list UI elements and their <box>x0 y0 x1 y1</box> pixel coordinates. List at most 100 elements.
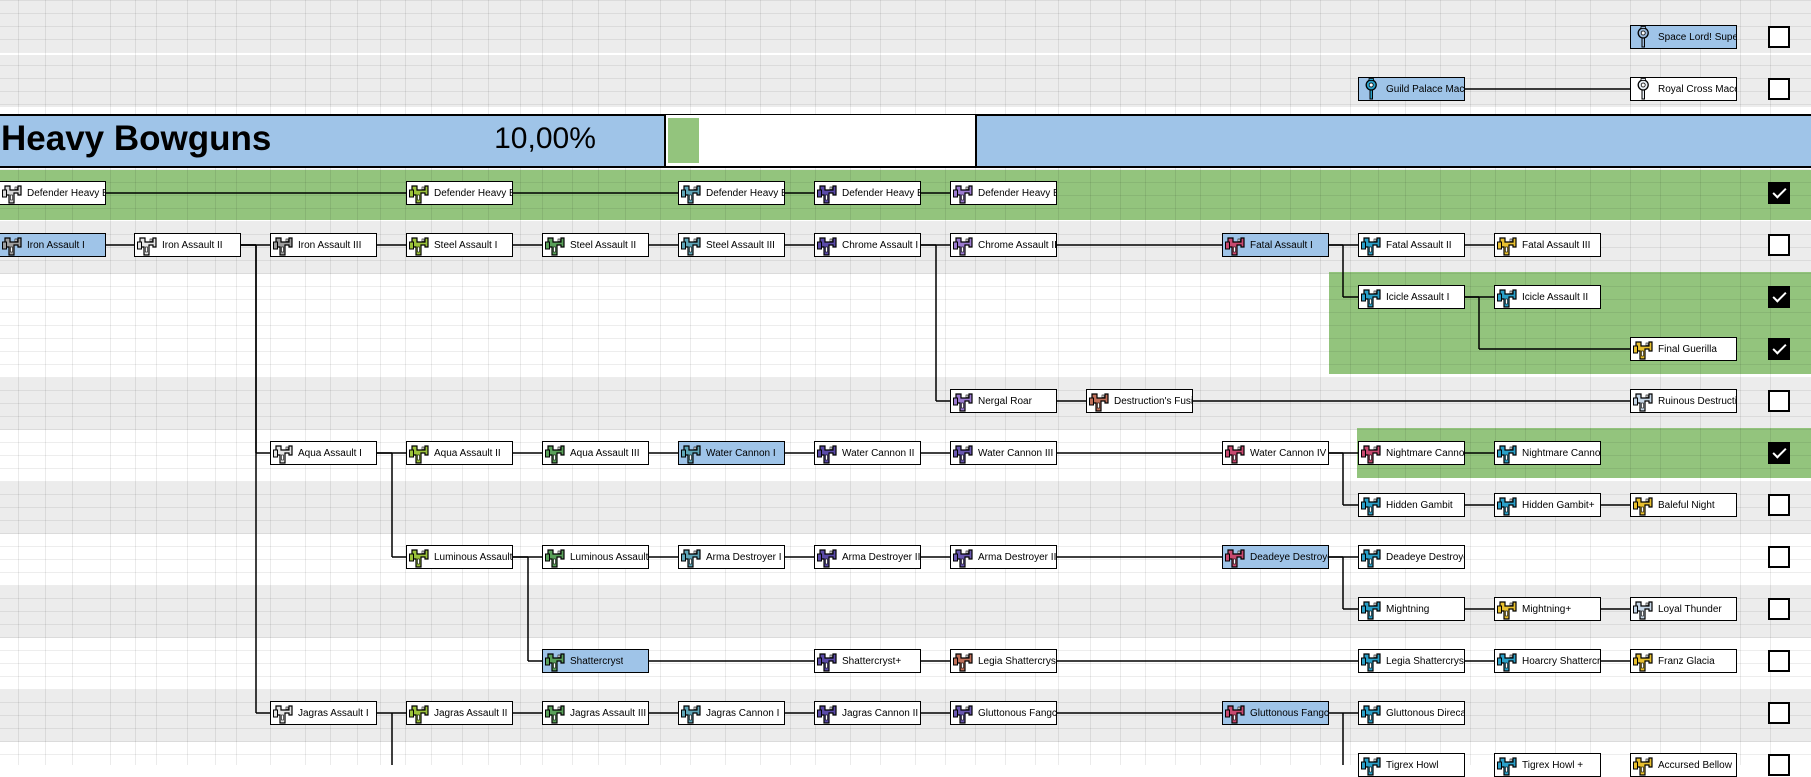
weapon-node[interactable]: Iron Assault III <box>270 233 377 257</box>
weapon-node[interactable]: Ruinous Destruction <box>1630 389 1737 413</box>
weapon-node[interactable]: Aqua Assault III <box>542 441 649 465</box>
weapon-node-label: Legia Shattercryst <box>978 655 1056 667</box>
weapon-node[interactable]: Arma Destroyer II <box>814 545 921 569</box>
weapon-node[interactable]: Water Cannon III <box>950 441 1057 465</box>
row-checkbox[interactable] <box>1768 78 1790 100</box>
weapon-node[interactable]: Shattercryst+ <box>814 649 921 673</box>
weapon-node[interactable]: Icicle Assault I <box>1358 285 1465 309</box>
weapon-node[interactable]: Gluttonous Fangcar <box>1222 701 1329 725</box>
row-checkbox[interactable] <box>1768 234 1790 256</box>
weapon-node-label: Mightning <box>1386 603 1430 615</box>
weapon-node[interactable]: Defender Heavy Bo <box>406 181 513 205</box>
weapon-node[interactable]: Mightning+ <box>1494 597 1601 621</box>
weapon-node[interactable]: Mightning <box>1358 597 1465 621</box>
weapon-node[interactable]: Steel Assault III <box>678 233 785 257</box>
row-checkbox-checked[interactable] <box>1768 182 1790 204</box>
weapon-node-label: Luminous Assault I <box>434 551 512 563</box>
weapon-node-label: Jagras Cannon I <box>706 707 780 719</box>
weapon-node[interactable]: Hidden Gambit+ <box>1494 493 1601 517</box>
weapon-node[interactable]: Destruction's Fusill <box>1086 389 1193 413</box>
weapon-node[interactable]: Hoarcry Shattercrys <box>1494 649 1601 673</box>
heavy-bowgun-icon <box>137 237 157 256</box>
weapon-node-label: Jagras Cannon II <box>842 707 919 719</box>
heavy-bowgun-icon <box>409 445 429 464</box>
weapon-node[interactable]: Jagras Cannon I <box>678 701 785 725</box>
weapon-node[interactable]: Franz Glacia <box>1630 649 1737 673</box>
weapon-node-label: Royal Cross Mace <box>1658 83 1736 95</box>
weapon-node[interactable]: Shattercryst <box>542 649 649 673</box>
weapon-node[interactable]: Accursed Bellow <box>1630 753 1737 777</box>
section-completion-percent: 10,00% <box>494 122 596 155</box>
weapon-node[interactable]: Chrome Assault II <box>950 233 1057 257</box>
weapon-node[interactable]: Water Cannon II <box>814 441 921 465</box>
weapon-node[interactable]: Nightmare Cannon <box>1494 441 1601 465</box>
weapon-node-label: Tigrex Howl + <box>1522 759 1584 771</box>
weapon-node[interactable]: Defender Heavy Bo <box>0 181 106 205</box>
weapon-node[interactable]: Luminous Assault II <box>542 545 649 569</box>
row-checkbox-checked[interactable] <box>1768 338 1790 360</box>
row-checkbox[interactable] <box>1768 754 1790 776</box>
weapon-node[interactable]: Legia Shattercryst+ <box>1358 649 1465 673</box>
weapon-node[interactable]: Space Lord! Super- <box>1630 25 1737 49</box>
row-checkbox[interactable] <box>1768 26 1790 48</box>
weapon-node[interactable]: Luminous Assault I <box>406 545 513 569</box>
row-checkbox[interactable] <box>1768 494 1790 516</box>
heavy-bowgun-icon <box>1361 497 1381 516</box>
row-checkbox-checked[interactable] <box>1768 442 1790 464</box>
row-checkbox[interactable] <box>1768 546 1790 568</box>
weapon-node[interactable]: Legia Shattercryst <box>950 649 1057 673</box>
weapon-node[interactable]: Royal Cross Mace <box>1630 77 1737 101</box>
weapon-node[interactable]: Jagras Assault I <box>270 701 377 725</box>
heavy-bowgun-icon <box>1361 601 1381 620</box>
weapon-node-label: Defender Heavy Bo <box>978 187 1056 199</box>
heavy-bowgun-icon <box>409 185 429 204</box>
weapon-node[interactable]: Baleful Night <box>1630 493 1737 517</box>
weapon-node[interactable]: Iron Assault I <box>0 233 106 257</box>
weapon-node-label: Final Guerilla <box>1658 343 1717 355</box>
heavy-bowgun-icon <box>953 705 973 724</box>
weapon-node[interactable]: Chrome Assault I <box>814 233 921 257</box>
row-checkbox[interactable] <box>1768 598 1790 620</box>
row-checkbox-checked[interactable] <box>1768 286 1790 308</box>
weapon-node[interactable]: Arma Destroyer I <box>678 545 785 569</box>
weapon-node[interactable]: Loyal Thunder <box>1630 597 1737 621</box>
weapon-node[interactable]: Tigrex Howl + <box>1494 753 1601 777</box>
weapon-node[interactable]: Defender Heavy Bo <box>814 181 921 205</box>
weapon-node[interactable]: Final Guerilla <box>1630 337 1737 361</box>
weapon-node[interactable]: Fatal Assault II <box>1358 233 1465 257</box>
weapon-node[interactable]: Hidden Gambit <box>1358 493 1465 517</box>
weapon-node[interactable]: Aqua Assault I <box>270 441 377 465</box>
weapon-node-label: Ruinous Destruction <box>1658 395 1736 407</box>
row-checkbox[interactable] <box>1768 702 1790 724</box>
weapon-node[interactable]: Deadeye Destroyer <box>1358 545 1465 569</box>
weapon-node[interactable]: Nightmare Cannon <box>1358 441 1465 465</box>
weapon-node[interactable]: Defender Heavy Bo <box>950 181 1057 205</box>
weapon-node[interactable]: Gluttonous Fangcar <box>950 701 1057 725</box>
weapon-node[interactable]: Defender Heavy Bo <box>678 181 785 205</box>
weapon-node[interactable]: Icicle Assault II <box>1494 285 1601 309</box>
weapon-node[interactable]: Deadeye Destroyer <box>1222 545 1329 569</box>
weapon-node[interactable]: Tigrex Howl <box>1358 753 1465 777</box>
row-checkbox[interactable] <box>1768 650 1790 672</box>
heavy-bowgun-icon <box>545 237 565 256</box>
weapon-node[interactable]: Nergal Roar <box>950 389 1057 413</box>
weapon-node[interactable]: Steel Assault I <box>406 233 513 257</box>
weapon-node[interactable]: Guild Palace Mace <box>1358 77 1465 101</box>
weapon-node-label: Luminous Assault II <box>570 551 648 563</box>
weapon-node-label: Jagras Assault II <box>434 707 508 719</box>
weapon-node[interactable]: Iron Assault II <box>134 233 241 257</box>
weapon-node[interactable]: Arma Destroyer III <box>950 545 1057 569</box>
weapon-node[interactable]: Water Cannon IV <box>1222 441 1329 465</box>
weapon-node[interactable]: Steel Assault II <box>542 233 649 257</box>
weapon-node[interactable]: Fatal Assault III <box>1494 233 1601 257</box>
weapon-node[interactable]: Jagras Assault III <box>542 701 649 725</box>
weapon-node[interactable]: Gluttonous Direcan <box>1358 701 1465 725</box>
weapon-node[interactable]: Fatal Assault I <box>1222 233 1329 257</box>
row-checkbox[interactable] <box>1768 390 1790 412</box>
weapon-node[interactable]: Aqua Assault II <box>406 441 513 465</box>
weapon-node[interactable]: Water Cannon I <box>678 441 785 465</box>
weapon-node-label: Fatal Assault I <box>1250 239 1313 251</box>
weapon-node[interactable]: Jagras Cannon II <box>814 701 921 725</box>
heavy-bowgun-icon <box>273 445 293 464</box>
weapon-node[interactable]: Jagras Assault II <box>406 701 513 725</box>
